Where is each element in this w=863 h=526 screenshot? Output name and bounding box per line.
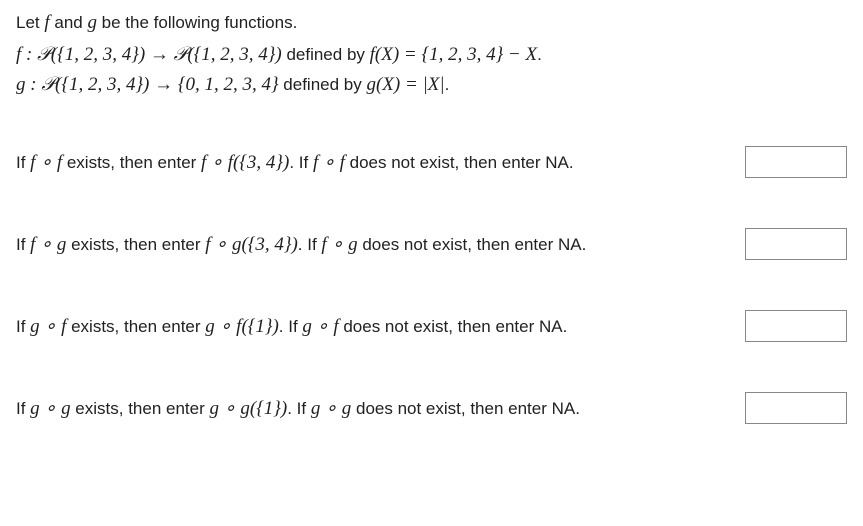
question-text-3: If g ∘ f exists, then enter g ∘ f({1}). … <box>16 315 733 338</box>
q4-m3: g ∘ g <box>311 398 351 419</box>
q2-p3: . If <box>298 235 322 254</box>
definition-g: g : 𝒫({1, 2, 3, 4}) → {0, 1, 2, 3, 4} de… <box>16 74 847 96</box>
def-f-rhs: f(X) = {1, 2, 3, 4} − X <box>370 44 537 65</box>
def-g-rhs: g(X) = |X| <box>366 74 444 95</box>
q2-m2: f ∘ g({3, 4}) <box>205 234 298 255</box>
question-row-3: If g ∘ f exists, then enter g ∘ f({1}). … <box>16 310 847 342</box>
q3-p1: If <box>16 317 30 336</box>
q3-m3: g ∘ f <box>302 316 338 337</box>
q3-m2: g ∘ f({1}) <box>205 316 279 337</box>
q1-p2: exists, then enter <box>62 153 201 172</box>
answer-input-1[interactable] <box>745 146 847 178</box>
q3-p4: does not exist, then enter NA. <box>339 317 568 336</box>
question-text-2: If f ∘ g exists, then enter f ∘ g({3, 4}… <box>16 233 733 256</box>
q1-p1: If <box>16 153 30 172</box>
q2-p1: If <box>16 235 30 254</box>
intro-text: Let f and g be the following functions. <box>16 12 847 34</box>
q4-p4: does not exist, then enter NA. <box>351 399 580 418</box>
intro-g: g <box>87 12 97 33</box>
q4-m1: g ∘ g <box>30 398 70 419</box>
q3-m1: g ∘ f <box>30 316 66 337</box>
intro-prefix: Let <box>16 13 44 32</box>
definition-f: f : 𝒫({1, 2, 3, 4}) → 𝒫({1, 2, 3, 4}) de… <box>16 44 847 66</box>
q1-m3: f ∘ f <box>313 152 345 173</box>
q4-p2: exists, then enter <box>71 399 210 418</box>
q1-m2: f ∘ f({3, 4}) <box>201 152 289 173</box>
question-row-1: If f ∘ f exists, then enter f ∘ f({3, 4}… <box>16 146 847 178</box>
q1-m1: f ∘ f <box>30 152 62 173</box>
q2-p4: does not exist, then enter NA. <box>358 235 587 254</box>
intro-suffix: be the following functions. <box>97 13 297 32</box>
def-f-lhs: f : 𝒫({1, 2, 3, 4}) → 𝒫({1, 2, 3, 4}) <box>16 44 282 65</box>
q4-p1: If <box>16 399 30 418</box>
q3-p2: exists, then enter <box>66 317 205 336</box>
question-row-2: If f ∘ g exists, then enter f ∘ g({3, 4}… <box>16 228 847 260</box>
def-g-end: . <box>445 75 450 94</box>
answer-input-4[interactable] <box>745 392 847 424</box>
q3-p3: . If <box>279 317 303 336</box>
q4-m2: g ∘ g({1}) <box>209 398 287 419</box>
q1-p3: . If <box>289 153 313 172</box>
q1-p4: does not exist, then enter NA. <box>345 153 574 172</box>
q2-m1: f ∘ g <box>30 234 66 255</box>
def-g-lhs: g : 𝒫({1, 2, 3, 4}) → {0, 1, 2, 3, 4} <box>16 74 279 95</box>
q2-m3: f ∘ g <box>321 234 357 255</box>
question-text-4: If g ∘ g exists, then enter g ∘ g({1}). … <box>16 397 733 420</box>
answer-input-3[interactable] <box>745 310 847 342</box>
answer-input-2[interactable] <box>745 228 847 260</box>
q4-p3: . If <box>287 399 311 418</box>
question-row-4: If g ∘ g exists, then enter g ∘ g({1}). … <box>16 392 847 424</box>
def-g-mid: defined by <box>279 75 367 94</box>
intro-and: and <box>50 13 88 32</box>
q2-p2: exists, then enter <box>66 235 205 254</box>
question-text-1: If f ∘ f exists, then enter f ∘ f({3, 4}… <box>16 151 733 174</box>
def-f-end: . <box>537 45 542 64</box>
def-f-mid: defined by <box>282 45 370 64</box>
